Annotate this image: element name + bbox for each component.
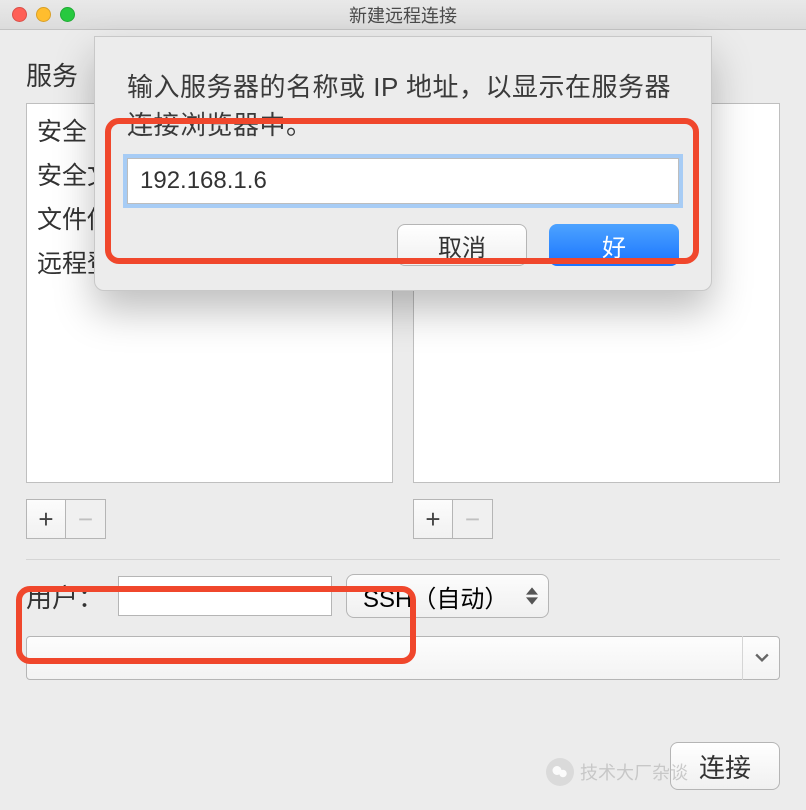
server-addremove: + − <box>413 499 780 539</box>
window-title: 新建远程连接 <box>0 2 806 28</box>
address-select-value <box>26 636 780 680</box>
address-select[interactable] <box>26 636 780 680</box>
watermark-text: 技术大厂杂谈 <box>580 759 688 785</box>
wechat-icon <box>546 758 574 786</box>
server-address-input[interactable] <box>127 158 679 204</box>
titlebar: 新建远程连接 <box>0 0 806 30</box>
minimize-window-button[interactable] <box>36 7 51 22</box>
close-window-button[interactable] <box>12 7 27 22</box>
user-row: 用户： SSH（自动） <box>26 574 780 618</box>
remove-service-button: − <box>66 499 106 539</box>
user-input[interactable] <box>118 576 332 616</box>
dialog-actions: 取消 好 <box>127 224 679 266</box>
add-service-button[interactable]: + <box>26 499 66 539</box>
protocol-select-label: SSH（自动） <box>363 586 508 613</box>
user-label: 用户： <box>26 578 104 615</box>
traffic-lights <box>12 7 75 22</box>
cancel-button[interactable]: 取消 <box>397 224 527 266</box>
separator <box>26 559 780 560</box>
stepper-icon <box>526 586 538 606</box>
addremove-row: + − + − <box>26 499 780 539</box>
maximize-window-button[interactable] <box>60 7 75 22</box>
ok-button[interactable]: 好 <box>549 224 679 266</box>
add-server-button[interactable]: + <box>413 499 453 539</box>
protocol-select[interactable]: SSH（自动） <box>346 574 549 618</box>
dialog-message: 输入服务器的名称或 IP 地址，以显示在服务器连接浏览器中。 <box>127 69 679 144</box>
service-addremove: + − <box>26 499 393 539</box>
watermark: 技术大厂杂谈 <box>546 758 688 786</box>
server-address-dialog: 输入服务器的名称或 IP 地址，以显示在服务器连接浏览器中。 取消 好 <box>94 36 712 291</box>
remove-server-button: − <box>453 499 493 539</box>
chevron-down-icon <box>742 636 780 680</box>
